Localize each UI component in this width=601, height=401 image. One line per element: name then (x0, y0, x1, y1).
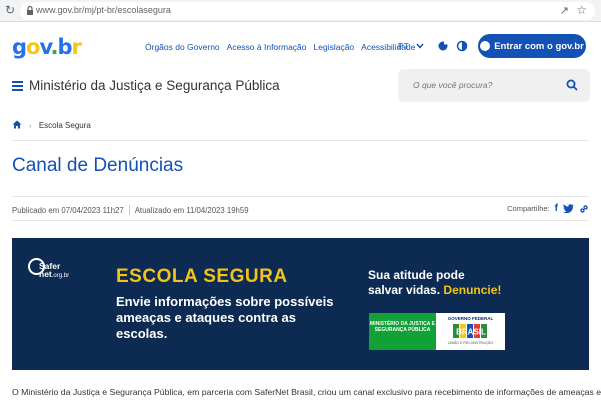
safernet-logo: Safer net.org.br (39, 261, 70, 279)
language-label: PT (398, 41, 409, 51)
mjsp-logo: MINISTÉRIO DA JUSTIÇA E SEGURANÇA PÚBLIC… (369, 313, 436, 350)
ministry-name[interactable]: Ministério da Justiça e Segurança Públic… (29, 78, 280, 93)
browser-toolbar: ↻ www.gov.br/mj/pt-br/escolasegura ↗ ☆ (0, 0, 601, 22)
updated-date: Atualizado em 11/04/2023 19h59 (134, 206, 249, 215)
divider (12, 220, 589, 221)
search-icon[interactable] (566, 79, 578, 91)
breadcrumb-separator-icon: › (29, 123, 32, 130)
login-label: Entrar com o gov.br (494, 40, 584, 52)
nav-link-legislacao[interactable]: Legislação (314, 42, 355, 52)
banner-title: ESCOLA SEGURA (116, 266, 288, 287)
twitter-icon[interactable] (563, 204, 574, 213)
govbr-logo[interactable]: gov.br (12, 35, 82, 59)
user-icon (480, 41, 491, 51)
search-input[interactable] (413, 80, 563, 90)
banner-subtitle: Envie informações sobre possíveis ameaça… (116, 294, 334, 341)
chevron-down-icon (416, 43, 424, 49)
svg-text:BRASIL: BRASIL (456, 328, 486, 337)
banner-call-to-action: Sua atitude pode salvar vidas. Denuncie! (368, 268, 502, 297)
search-box[interactable] (398, 69, 590, 102)
published-date: Publicado em 07/04/2023 11h27 (12, 206, 124, 215)
site-header: gov.br Órgãos do Governo Acesso à Informa… (0, 22, 601, 132)
facebook-icon[interactable]: f (555, 203, 558, 214)
cookie-icon[interactable] (436, 39, 450, 53)
bookmark-star-icon[interactable]: ☆ (576, 3, 587, 17)
publication-meta: Publicado em 07/04/2023 11h27 Atualizado … (12, 205, 249, 215)
nav-link-acesso-informacao[interactable]: Acesso à Informação (227, 42, 307, 52)
share-page-icon[interactable]: ↗ (560, 4, 569, 17)
login-button[interactable]: Entrar com o gov.br (478, 34, 586, 58)
escola-segura-banner[interactable]: Safer net.org.br ESCOLA SEGURA Envie info… (12, 238, 589, 370)
breadcrumb-current[interactable]: Escola Segura (39, 121, 91, 130)
hamburger-menu-icon[interactable] (12, 81, 23, 91)
intro-paragraph: O Ministério da Justiça e Segurança Públ… (12, 387, 601, 397)
url-text: www.gov.br/mj/pt-br/escolasegura (36, 5, 171, 15)
share-bar: Compartilhe: f (507, 203, 589, 214)
link-icon[interactable] (579, 204, 589, 214)
divider (12, 196, 589, 197)
home-icon[interactable] (12, 120, 22, 129)
reload-icon[interactable]: ↻ (5, 3, 15, 17)
brasil-wordmark: BRASIL (453, 324, 487, 338)
top-nav-links: Órgãos do Governo Acesso à Informação Legi… (145, 42, 423, 52)
breadcrumb: › Escola Segura (12, 120, 91, 130)
contrast-icon[interactable] (455, 39, 469, 53)
divider (12, 140, 589, 141)
share-label: Compartilhe: (507, 204, 550, 213)
governo-federal-logo: GOVERNO FEDERAL BRASIL UNIÃO E RECONSTRU… (436, 313, 505, 350)
address-bar[interactable]: www.gov.br/mj/pt-br/escolasegura ↗ ☆ (20, 2, 595, 20)
denuncie-highlight: Denuncie! (443, 283, 502, 297)
language-selector[interactable]: PT (398, 41, 424, 51)
page-title: Canal de Denúncias (12, 155, 184, 176)
lock-icon (27, 6, 33, 15)
nav-link-orgaos[interactable]: Órgãos do Governo (145, 42, 220, 52)
